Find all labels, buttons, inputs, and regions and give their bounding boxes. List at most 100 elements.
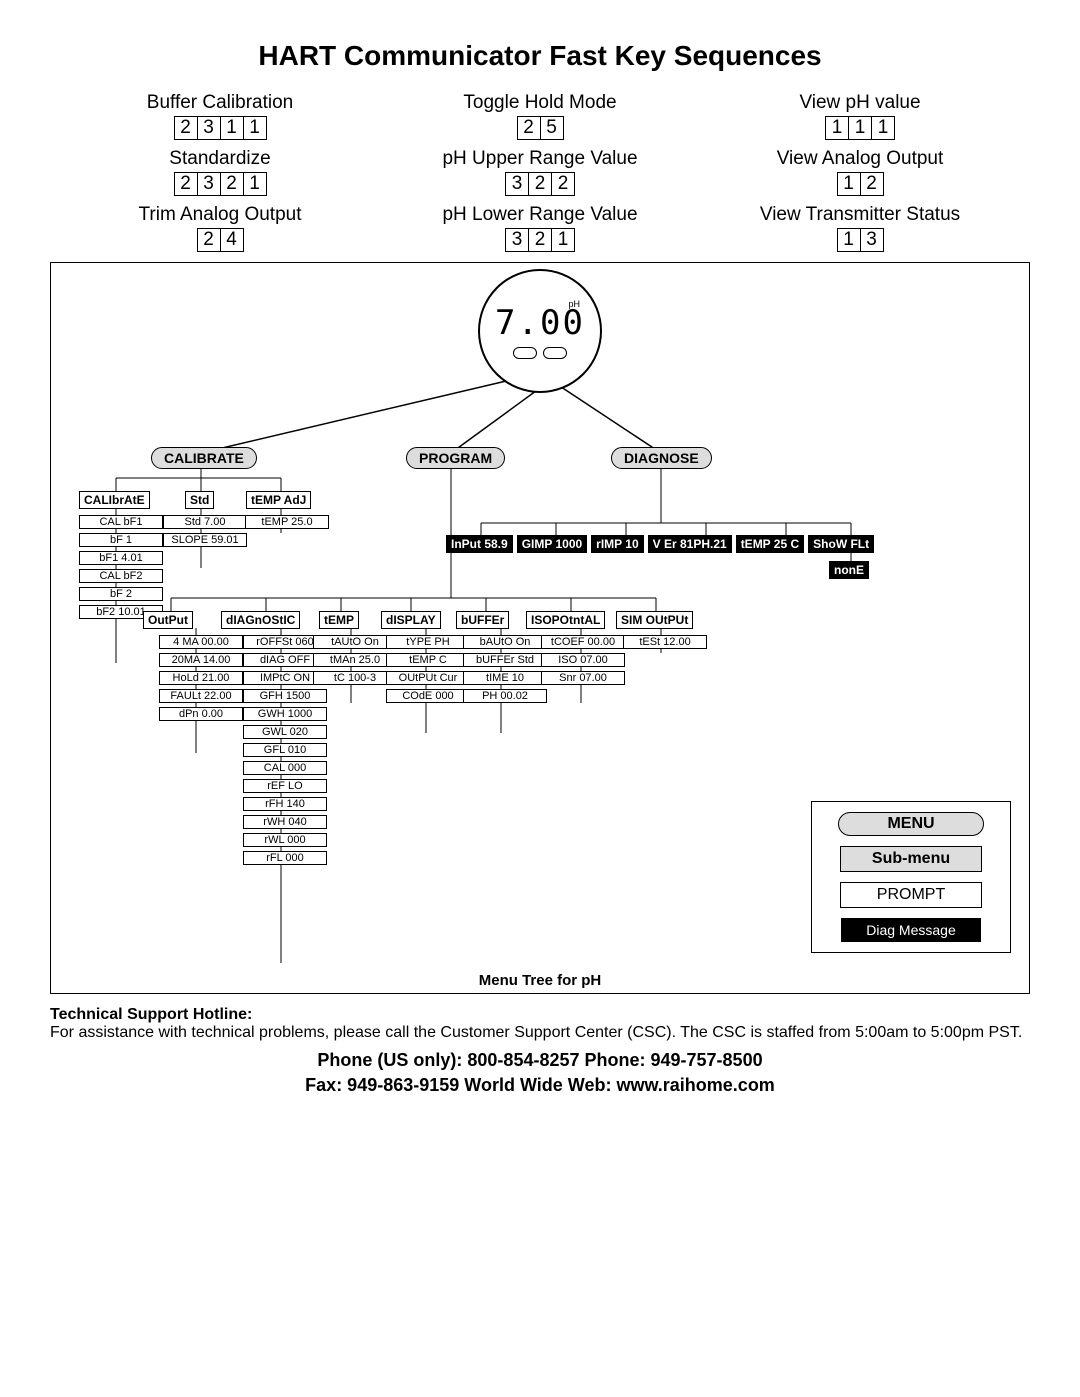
- key-digit: 1: [872, 117, 894, 139]
- sub-calibrate: CALIbrAtE: [79, 491, 150, 509]
- lcd-display: 7.00 pH: [478, 269, 602, 393]
- prompt-box: COdE 000: [386, 689, 470, 703]
- buffer-prompts: bAUtO OnbUFFEr StdtIME 10PH 00.02: [463, 635, 547, 703]
- prompt-box: tYPE PH: [386, 635, 470, 649]
- key-sequence: 13: [837, 228, 884, 252]
- prompt-box: rFL 000: [243, 851, 327, 865]
- prompt-box: OUtPUt Cur: [386, 671, 470, 685]
- prompt-box: dPn 0.00: [159, 707, 243, 721]
- fastkey-item: pH Lower Range Value321: [390, 204, 690, 252]
- fastkey-item: View Analog Output12: [710, 148, 1010, 196]
- sub-temp: tEMP: [319, 611, 359, 629]
- fastkey-item: Toggle Hold Mode25: [390, 92, 690, 140]
- diagnose-sub: tEMP 25 C: [736, 535, 804, 553]
- tempadj-prompts: tEMP 25.0: [245, 515, 329, 529]
- key-digit: 1: [826, 117, 849, 139]
- key-sequence: 25: [517, 116, 564, 140]
- prompt-box: CAL bF2: [79, 569, 163, 583]
- key-digit: 3: [861, 229, 883, 251]
- key-sequence: 12: [837, 172, 884, 196]
- diagram-caption: Menu Tree for pH: [479, 972, 602, 989]
- fastkey-item: View pH value111: [710, 92, 1010, 140]
- key-sequence: 2321: [174, 172, 267, 196]
- prompt-box: GFL 010: [243, 743, 327, 757]
- key-digit: 2: [529, 173, 552, 195]
- legend-prompt: PROMPT: [840, 882, 982, 908]
- fastkey-label: Buffer Calibration: [70, 92, 370, 114]
- key-sequence: 322: [505, 172, 575, 196]
- prompt-box: bF 2: [79, 587, 163, 601]
- sub-buffer: bUFFEr: [456, 611, 509, 629]
- sim-prompts: tESt 12.00: [623, 635, 707, 649]
- key-digit: 1: [221, 117, 244, 139]
- key-sequence: 111: [825, 116, 895, 140]
- sub-tempadj: tEMP AdJ: [246, 491, 311, 509]
- prompt-box: tCOEF 00.00: [541, 635, 625, 649]
- fastkey-label: View pH value: [710, 92, 1010, 114]
- menu-program: PROGRAM: [406, 447, 505, 469]
- legend-submenu: Sub-menu: [840, 846, 982, 872]
- prompt-box: tESt 12.00: [623, 635, 707, 649]
- legend-box: MENU Sub-menu PROMPT Diag Message: [811, 801, 1011, 953]
- display-unit: pH: [568, 299, 580, 309]
- key-digit: 4: [221, 229, 243, 251]
- prompt-box: Snr 07.00: [541, 671, 625, 685]
- sub-sim: SIM OUtPUt: [616, 611, 693, 629]
- diagnose-sub: GIMP 1000: [517, 535, 587, 553]
- prompt-box: CAL 000: [243, 761, 327, 775]
- prompt-box: ISO 07.00: [541, 653, 625, 667]
- key-digit: 1: [244, 117, 266, 139]
- sub-output: OutPut: [143, 611, 193, 629]
- fastkey-label: Toggle Hold Mode: [390, 92, 690, 114]
- key-digit: 2: [861, 173, 883, 195]
- prompt-box: GFH 1500: [243, 689, 327, 703]
- prompt-box: FAULt 22.00: [159, 689, 243, 703]
- key-digit: 3: [198, 173, 221, 195]
- diag-message-none: nonE: [829, 561, 869, 579]
- diagnose-sub: rIMP 10: [591, 535, 643, 553]
- sub-display: dISPLAY: [381, 611, 441, 629]
- menu-tree-diagram: 7.00 pH CALIBRATE PROGRAM DIAGNOSE CALIb…: [50, 262, 1030, 994]
- sub-diagnostic: dIAGnOStIC: [221, 611, 300, 629]
- diagnose-sub: ShoW FLt: [808, 535, 874, 553]
- prompt-box: rEF LO: [243, 779, 327, 793]
- prompt-box: rWL 000: [243, 833, 327, 847]
- key-digit: 1: [849, 117, 872, 139]
- fast-key-grid: Buffer Calibration2311Toggle Hold Mode25…: [70, 92, 1010, 252]
- prompt-box: bAUtO On: [463, 635, 547, 649]
- contact-line-1: Phone (US only): 800-854-8257 Phone: 949…: [50, 1048, 1030, 1073]
- key-digit: 2: [175, 173, 198, 195]
- key-digit: 5: [541, 117, 563, 139]
- menu-calibrate: CALIBRATE: [151, 447, 257, 469]
- key-digit: 3: [506, 229, 529, 251]
- fastkey-label: pH Upper Range Value: [390, 148, 690, 170]
- key-digit: 3: [198, 117, 221, 139]
- std-prompts: Std 7.00SLOPE 59.01: [163, 515, 247, 547]
- hotline-label: Technical Support Hotline:: [50, 1006, 1030, 1024]
- footer: Technical Support Hotline: For assistanc…: [50, 1006, 1030, 1098]
- page-title: HART Communicator Fast Key Sequences: [50, 40, 1030, 72]
- key-sequence: 24: [197, 228, 244, 252]
- prompt-box: rWH 040: [243, 815, 327, 829]
- sub-iso: ISOPOtntAL: [526, 611, 605, 629]
- fastkey-label: View Transmitter Status: [710, 204, 1010, 226]
- prompt-box: tC 100-3: [313, 671, 397, 685]
- fastkey-label: Standardize: [70, 148, 370, 170]
- fastkey-item: Buffer Calibration2311: [70, 92, 370, 140]
- fastkey-item: Trim Analog Output24: [70, 204, 370, 252]
- display-value: 7.00: [495, 303, 585, 343]
- hotline-text: For assistance with technical problems, …: [50, 1024, 1030, 1042]
- fastkey-label: pH Lower Range Value: [390, 204, 690, 226]
- key-digit: 3: [506, 173, 529, 195]
- prompt-box: bUFFEr Std: [463, 653, 547, 667]
- prompt-box: 20MA 14.00: [159, 653, 243, 667]
- prompt-box: tAUtO On: [313, 635, 397, 649]
- sub-std: Std: [185, 491, 214, 509]
- key-sequence: 2311: [174, 116, 267, 140]
- menu-diagnose: DIAGNOSE: [611, 447, 712, 469]
- legend-menu: MENU: [838, 812, 984, 836]
- key-digit: 2: [518, 117, 541, 139]
- prompt-box: bF1 4.01: [79, 551, 163, 565]
- key-digit: 1: [552, 229, 574, 251]
- temp-prompts: tAUtO OntMAn 25.0tC 100-3: [313, 635, 397, 685]
